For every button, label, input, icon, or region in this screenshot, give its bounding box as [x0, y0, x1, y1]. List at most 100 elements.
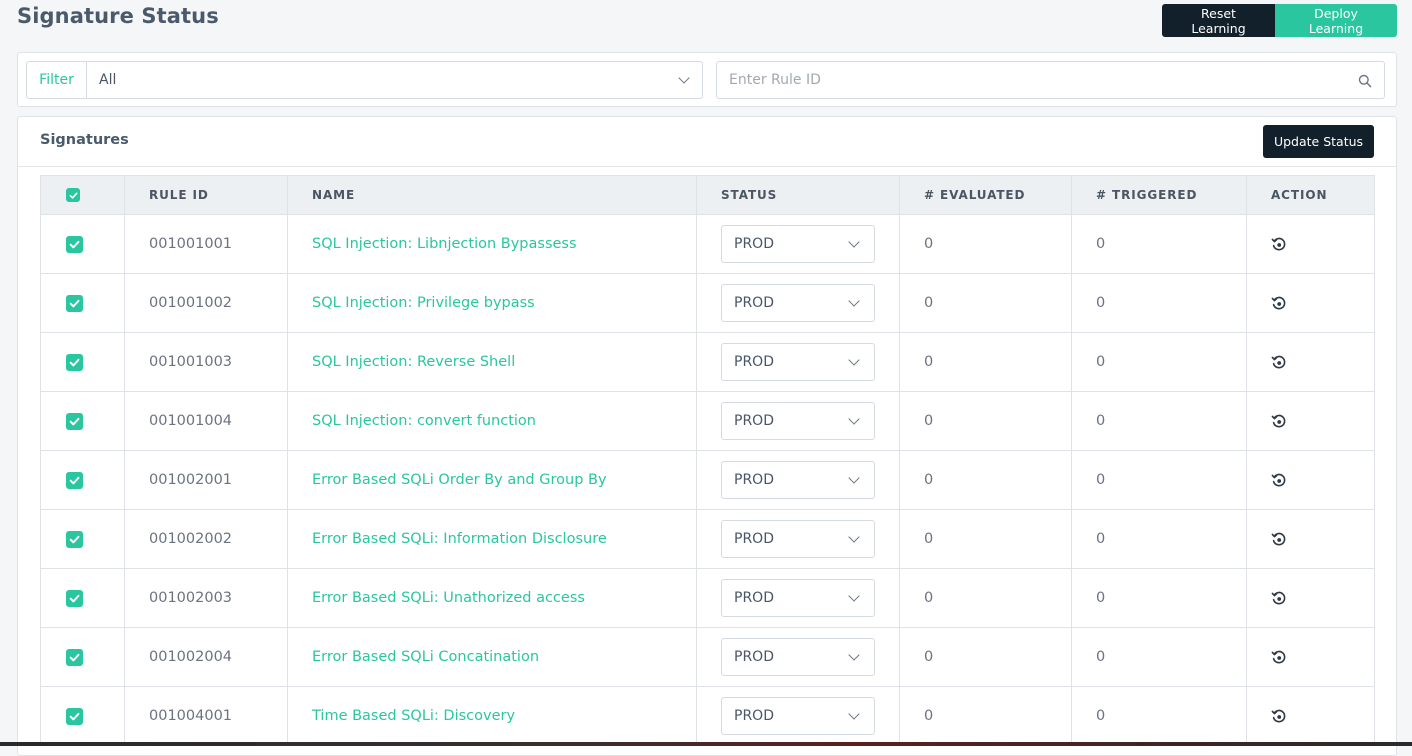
filter-label: Filter [27, 62, 87, 98]
row-checkbox[interactable] [66, 530, 83, 548]
triggered-cell: 0 [1071, 686, 1247, 746]
update-status-button[interactable]: Update Status [1263, 125, 1374, 158]
status-select[interactable]: PROD [721, 225, 875, 263]
column-header-status[interactable]: STATUS [696, 175, 900, 215]
checkmark-icon [69, 653, 80, 661]
checkmark-icon [69, 417, 80, 425]
action-cell [1246, 627, 1375, 687]
checkmark-icon [69, 594, 80, 602]
status-select[interactable]: PROD [721, 461, 875, 499]
row-select-cell [40, 686, 125, 746]
row-select-cell [40, 273, 125, 333]
status-value: PROD [734, 472, 774, 488]
reset-icon[interactable] [1271, 236, 1287, 252]
rule-name-link[interactable]: SQL Injection: convert function [312, 413, 536, 429]
action-cell [1246, 509, 1375, 569]
name-cell: Error Based SQLi: Unathorized access [287, 568, 697, 628]
evaluated-cell: 0 [899, 391, 1072, 451]
checkmark-icon [69, 358, 80, 366]
triggered-cell: 0 [1071, 509, 1247, 569]
rule-name-link[interactable]: Error Based SQLi Order By and Group By [312, 472, 607, 488]
status-select[interactable]: PROD [721, 284, 875, 322]
row-select-cell [40, 332, 125, 392]
action-cell [1246, 273, 1375, 333]
name-cell: Error Based SQLi: Information Disclosure [287, 509, 697, 569]
reset-learning-button[interactable]: Reset Learning [1162, 4, 1275, 37]
checkmark-icon [69, 476, 80, 484]
rule-name-link[interactable]: SQL Injection: Libnjection Bypassess [312, 236, 577, 252]
row-checkbox[interactable] [66, 235, 83, 253]
table-row: 001002001 Error Based SQLi Order By and … [40, 450, 1375, 510]
column-header-triggered[interactable]: # TRIGGERED [1071, 175, 1247, 215]
learning-button-group: Reset Learning Deploy Learning [1162, 4, 1397, 37]
status-select[interactable]: PROD [721, 579, 875, 617]
triggered-cell: 0 [1071, 568, 1247, 628]
row-checkbox[interactable] [66, 707, 83, 725]
triggered-cell: 0 [1071, 391, 1247, 451]
status-select[interactable]: PROD [721, 638, 875, 676]
status-cell: PROD [696, 332, 900, 392]
evaluated-cell: 0 [899, 450, 1072, 510]
chevron-down-icon [848, 295, 860, 307]
status-value: PROD [734, 708, 774, 724]
rule-id-cell: 001002002 [124, 509, 288, 569]
deploy-learning-button[interactable]: Deploy Learning [1275, 4, 1397, 37]
column-header-rule-id[interactable]: RULE ID [124, 175, 288, 215]
status-cell: PROD [696, 509, 900, 569]
signatures-table: RULE ID NAME STATUS # EVALUATED # TRIGGE… [40, 175, 1375, 746]
status-select[interactable]: PROD [721, 343, 875, 381]
row-checkbox[interactable] [66, 412, 83, 430]
status-select[interactable]: PROD [721, 520, 875, 558]
column-header-name[interactable]: NAME [287, 175, 697, 215]
action-cell [1246, 568, 1375, 628]
status-value: PROD [734, 354, 774, 370]
action-cell [1246, 332, 1375, 392]
rule-name-link[interactable]: Error Based SQLi Concatination [312, 649, 539, 665]
row-checkbox[interactable] [66, 353, 83, 371]
reset-icon[interactable] [1271, 295, 1287, 311]
status-value: PROD [734, 531, 774, 547]
rule-name-link[interactable]: Time Based SQLi: Discovery [312, 708, 515, 724]
rule-id-cell: 001001004 [124, 391, 288, 451]
reset-icon[interactable] [1271, 354, 1287, 370]
reset-icon[interactable] [1271, 531, 1287, 547]
filter-select[interactable]: All [87, 62, 702, 98]
action-cell [1246, 391, 1375, 451]
rule-id-cell: 001002003 [124, 568, 288, 628]
table-row: 001002003 Error Based SQLi: Unathorized … [40, 568, 1375, 628]
reset-icon[interactable] [1271, 590, 1287, 606]
filter-bar: Filter All [17, 52, 1397, 107]
row-checkbox[interactable] [66, 648, 83, 666]
rule-id-cell: 001002001 [124, 450, 288, 510]
reset-icon[interactable] [1271, 649, 1287, 665]
row-checkbox[interactable] [66, 294, 83, 312]
row-select-cell [40, 391, 125, 451]
checkmark-icon [69, 712, 80, 720]
row-checkbox[interactable] [66, 589, 83, 607]
search-icon[interactable] [1358, 74, 1372, 88]
column-header-evaluated[interactable]: # EVALUATED [899, 175, 1072, 215]
evaluated-cell: 0 [899, 509, 1072, 569]
select-all-checkbox[interactable] [66, 188, 80, 203]
table-row: 001001001 SQL Injection: Libnjection Byp… [40, 214, 1375, 274]
row-checkbox[interactable] [66, 471, 83, 489]
rule-name-link[interactable]: Error Based SQLi: Information Disclosure [312, 531, 607, 547]
chevron-down-icon [848, 413, 860, 425]
table-row: 001002004 Error Based SQLi Concatination… [40, 627, 1375, 687]
rule-id-cell: 001004001 [124, 686, 288, 746]
action-cell [1246, 214, 1375, 274]
reset-icon[interactable] [1271, 413, 1287, 429]
reset-icon[interactable] [1271, 472, 1287, 488]
status-cell: PROD [696, 450, 900, 510]
signatures-card: Signatures Update Status RULE ID NAME ST… [17, 116, 1397, 756]
status-select[interactable]: PROD [721, 402, 875, 440]
rule-name-link[interactable]: Error Based SQLi: Unathorized access [312, 590, 585, 606]
rule-id-search-input[interactable] [717, 62, 1384, 98]
name-cell: Time Based SQLi: Discovery [287, 686, 697, 746]
reset-icon[interactable] [1271, 708, 1287, 724]
status-select[interactable]: PROD [721, 697, 875, 735]
rule-name-link[interactable]: SQL Injection: Reverse Shell [312, 354, 515, 370]
rule-name-link[interactable]: SQL Injection: Privilege bypass [312, 295, 535, 311]
name-cell: Error Based SQLi Concatination [287, 627, 697, 687]
rule-id-cell: 001001001 [124, 214, 288, 274]
